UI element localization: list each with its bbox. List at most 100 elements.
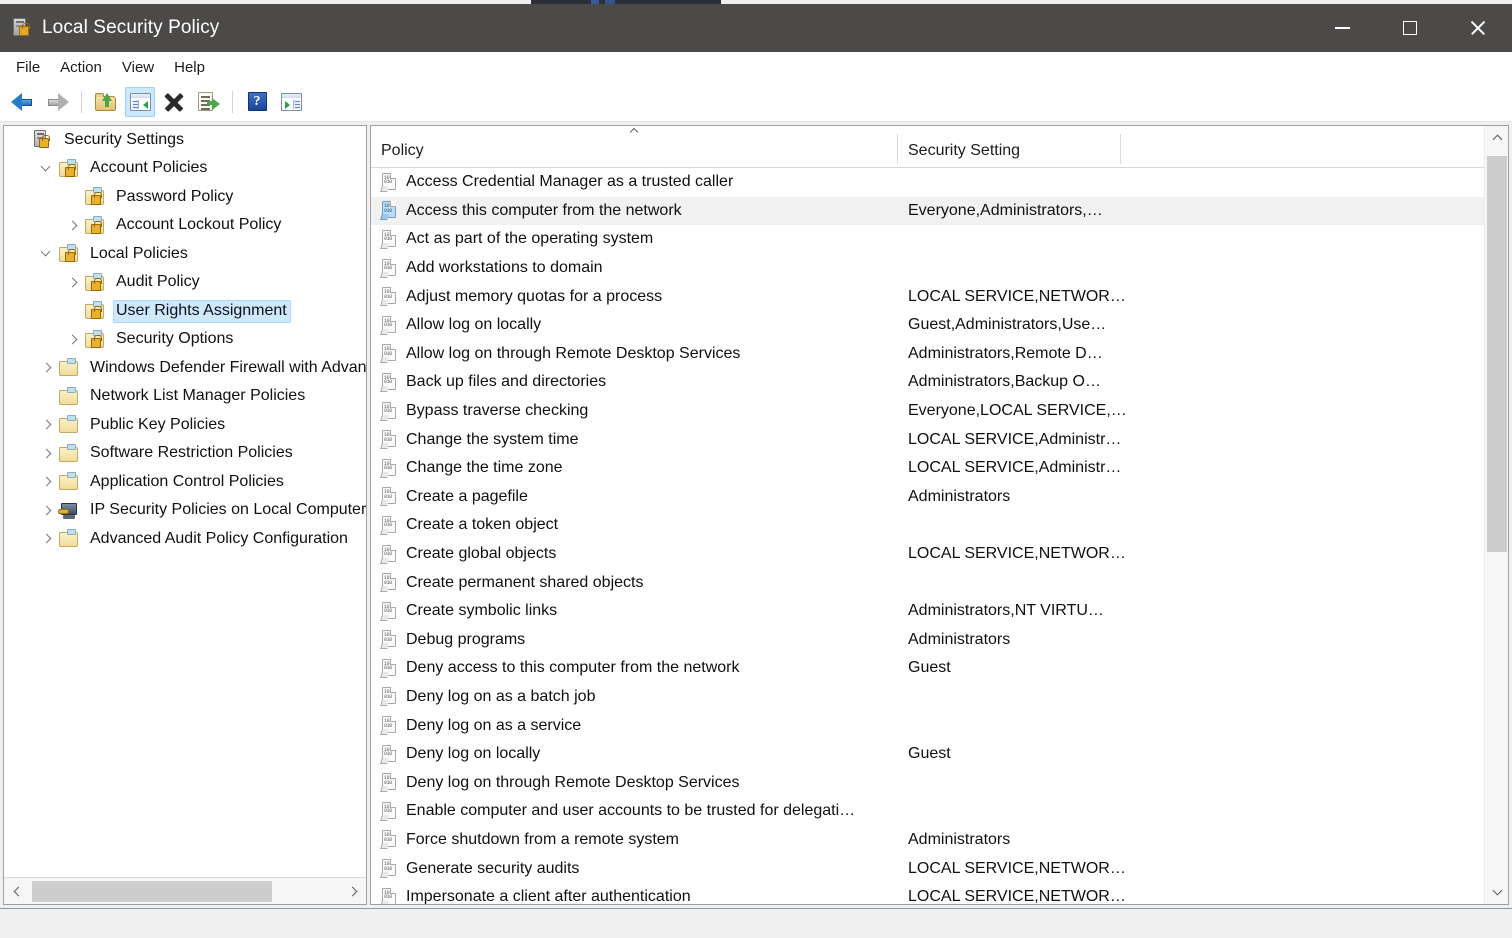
tree-item-advanced-audit-policy-configuration[interactable]: Advanced Audit Policy Configuration	[4, 525, 366, 554]
scroll-up-button[interactable]	[1485, 126, 1509, 150]
policy-document-icon: 10010	[381, 888, 398, 904]
policy-list[interactable]: 10010Access Credential Manager as a trus…	[371, 168, 1484, 904]
chevron-right-icon[interactable]	[38, 530, 56, 548]
table-row[interactable]: 10010Deny access to this computer from t…	[371, 654, 1484, 683]
chevron-right-icon[interactable]	[64, 331, 82, 349]
table-row[interactable]: 10010Change the time zoneLOCAL SERVICE,A…	[371, 454, 1484, 483]
table-row[interactable]: 10010Create global objectsLOCAL SERVICE,…	[371, 540, 1484, 569]
tree-hscroll-track[interactable]	[29, 879, 341, 904]
security-setting-value: Administrators,NT VIRTU…	[898, 602, 1198, 620]
tree-item-label: Public Key Policies	[87, 414, 229, 437]
close-button[interactable]	[1444, 4, 1512, 52]
chevron-down-icon[interactable]	[38, 160, 56, 178]
policy-document-icon: 10010	[381, 630, 398, 649]
chevron-right-icon[interactable]	[38, 502, 56, 520]
tree-item-local-policies[interactable]: Local Policies	[4, 240, 366, 269]
menu-file[interactable]: File	[6, 55, 50, 80]
chevron-right-icon[interactable]	[64, 217, 82, 235]
tree-item-user-rights-assignment[interactable]: User Rights Assignment	[4, 297, 366, 326]
table-row[interactable]: 10010Create permanent shared objects	[371, 568, 1484, 597]
table-row[interactable]: 10010Create a token object	[371, 511, 1484, 540]
tree-item-account-lockout-policy[interactable]: Account Lockout Policy	[4, 212, 366, 241]
scroll-left-button[interactable]	[4, 879, 29, 904]
tree-item-password-policy[interactable]: Password Policy	[4, 183, 366, 212]
console-tree[interactable]: Security SettingsAccount Policies Passwor…	[4, 126, 366, 877]
policy-cell: 10010Adjust memory quotas for a process	[371, 287, 898, 306]
server-lock-icon	[13, 18, 31, 38]
list-vscroll-thumb[interactable]	[1487, 156, 1507, 552]
tree-item-software-restriction-policies[interactable]: Software Restriction Policies	[4, 440, 366, 469]
policy-document-icon: 10010	[381, 287, 398, 306]
back-button[interactable]	[8, 87, 38, 117]
table-row[interactable]: 10010Deny log on as a batch job	[371, 683, 1484, 712]
chevron-right-icon[interactable]	[38, 473, 56, 491]
chevron-right-icon[interactable]	[38, 416, 56, 434]
delete-x-icon	[164, 92, 184, 112]
table-row[interactable]: 10010Deny log on locallyGuest	[371, 740, 1484, 769]
delete-button[interactable]	[159, 87, 189, 117]
table-row[interactable]: 10010Create a pagefileAdministrators	[371, 483, 1484, 512]
policy-cell: 10010Enable computer and user accounts t…	[371, 802, 898, 821]
policy-document-icon: 10010	[381, 459, 398, 478]
policy-name: Create a pagefile	[406, 488, 528, 506]
chevron-right-icon[interactable]	[38, 359, 56, 377]
table-row[interactable]: 10010Access Credential Manager as a trus…	[371, 168, 1484, 197]
table-row[interactable]: 10010Debug programsAdministrators	[371, 626, 1484, 655]
show-action-pane-button[interactable]	[276, 87, 306, 117]
maximize-button[interactable]	[1376, 4, 1444, 52]
minimize-button[interactable]	[1308, 4, 1376, 52]
tree-item-security-settings[interactable]: Security Settings	[4, 126, 366, 155]
table-row[interactable]: 10010Deny log on through Remote Desktop …	[371, 768, 1484, 797]
table-row[interactable]: 10010Deny log on as a service	[371, 711, 1484, 740]
table-row[interactable]: 10010Force shutdown from a remote system…	[371, 826, 1484, 855]
help-button[interactable]: ?	[242, 87, 272, 117]
ipsec-computer-icon	[58, 501, 80, 521]
tree-item-windows-defender-firewall-with-advan[interactable]: Windows Defender Firewall with Advan	[4, 354, 366, 383]
chevron-up-icon	[1492, 135, 1502, 145]
folder-icon	[58, 529, 80, 549]
tree-item-label: Account Policies	[87, 157, 211, 180]
column-header-security-setting[interactable]: Security Setting	[898, 126, 1121, 168]
column-header-policy[interactable]: Policy	[371, 126, 898, 168]
table-row[interactable]: 10010Access this computer from the netwo…	[371, 197, 1484, 226]
forward-button[interactable]	[42, 87, 72, 117]
policy-document-icon: 10010	[381, 230, 398, 249]
chevron-left-icon	[13, 886, 23, 896]
tree-item-network-list-manager-policies[interactable]: Network List Manager Policies	[4, 383, 366, 412]
menu-action[interactable]: Action	[50, 55, 112, 80]
menu-help[interactable]: Help	[164, 55, 215, 80]
tree-item-ip-security-policies-on-local-computer[interactable]: IP Security Policies on Local Computer	[4, 497, 366, 526]
chevron-down-icon[interactable]	[38, 245, 56, 263]
tree-horizontal-scrollbar[interactable]	[4, 877, 366, 904]
table-row[interactable]: 10010Enable computer and user accounts t…	[371, 797, 1484, 826]
chevron-right-icon[interactable]	[38, 445, 56, 463]
scroll-right-button[interactable]	[341, 879, 366, 904]
table-row[interactable]: 10010Add workstations to domain	[371, 254, 1484, 283]
scroll-down-button[interactable]	[1485, 880, 1509, 904]
chevron-right-icon[interactable]	[64, 274, 82, 292]
table-row[interactable]: 10010Change the system timeLOCAL SERVICE…	[371, 425, 1484, 454]
table-row[interactable]: 10010Bypass traverse checkingEveryone,LO…	[371, 397, 1484, 426]
up-one-level-button[interactable]	[91, 87, 121, 117]
security-setting-value: LOCAL SERVICE,NETWOR…	[898, 888, 1198, 904]
show-hide-console-tree-button[interactable]	[125, 87, 155, 117]
policy-document-icon: 10010	[381, 573, 398, 592]
tree-hscroll-thumb[interactable]	[32, 881, 272, 902]
table-row[interactable]: 10010Allow log on through Remote Desktop…	[371, 340, 1484, 369]
policy-name: Create global objects	[406, 545, 556, 563]
table-row[interactable]: 10010Adjust memory quotas for a processL…	[371, 282, 1484, 311]
table-row[interactable]: 10010Impersonate a client after authenti…	[371, 883, 1484, 904]
tree-item-application-control-policies[interactable]: Application Control Policies	[4, 468, 366, 497]
table-row[interactable]: 10010Allow log on locallyGuest,Administr…	[371, 311, 1484, 340]
table-row[interactable]: 10010Act as part of the operating system	[371, 225, 1484, 254]
table-row[interactable]: 10010Create symbolic linksAdministrators…	[371, 597, 1484, 626]
list-vertical-scrollbar[interactable]	[1484, 126, 1508, 904]
table-row[interactable]: 10010Generate security auditsLOCAL SERVI…	[371, 854, 1484, 883]
tree-item-account-policies[interactable]: Account Policies	[4, 155, 366, 184]
export-list-button[interactable]	[193, 87, 223, 117]
table-row[interactable]: 10010Back up files and directoriesAdmini…	[371, 368, 1484, 397]
tree-item-public-key-policies[interactable]: Public Key Policies	[4, 411, 366, 440]
tree-item-audit-policy[interactable]: Audit Policy	[4, 269, 366, 298]
menu-view[interactable]: View	[112, 55, 164, 80]
tree-item-security-options[interactable]: Security Options	[4, 326, 366, 355]
